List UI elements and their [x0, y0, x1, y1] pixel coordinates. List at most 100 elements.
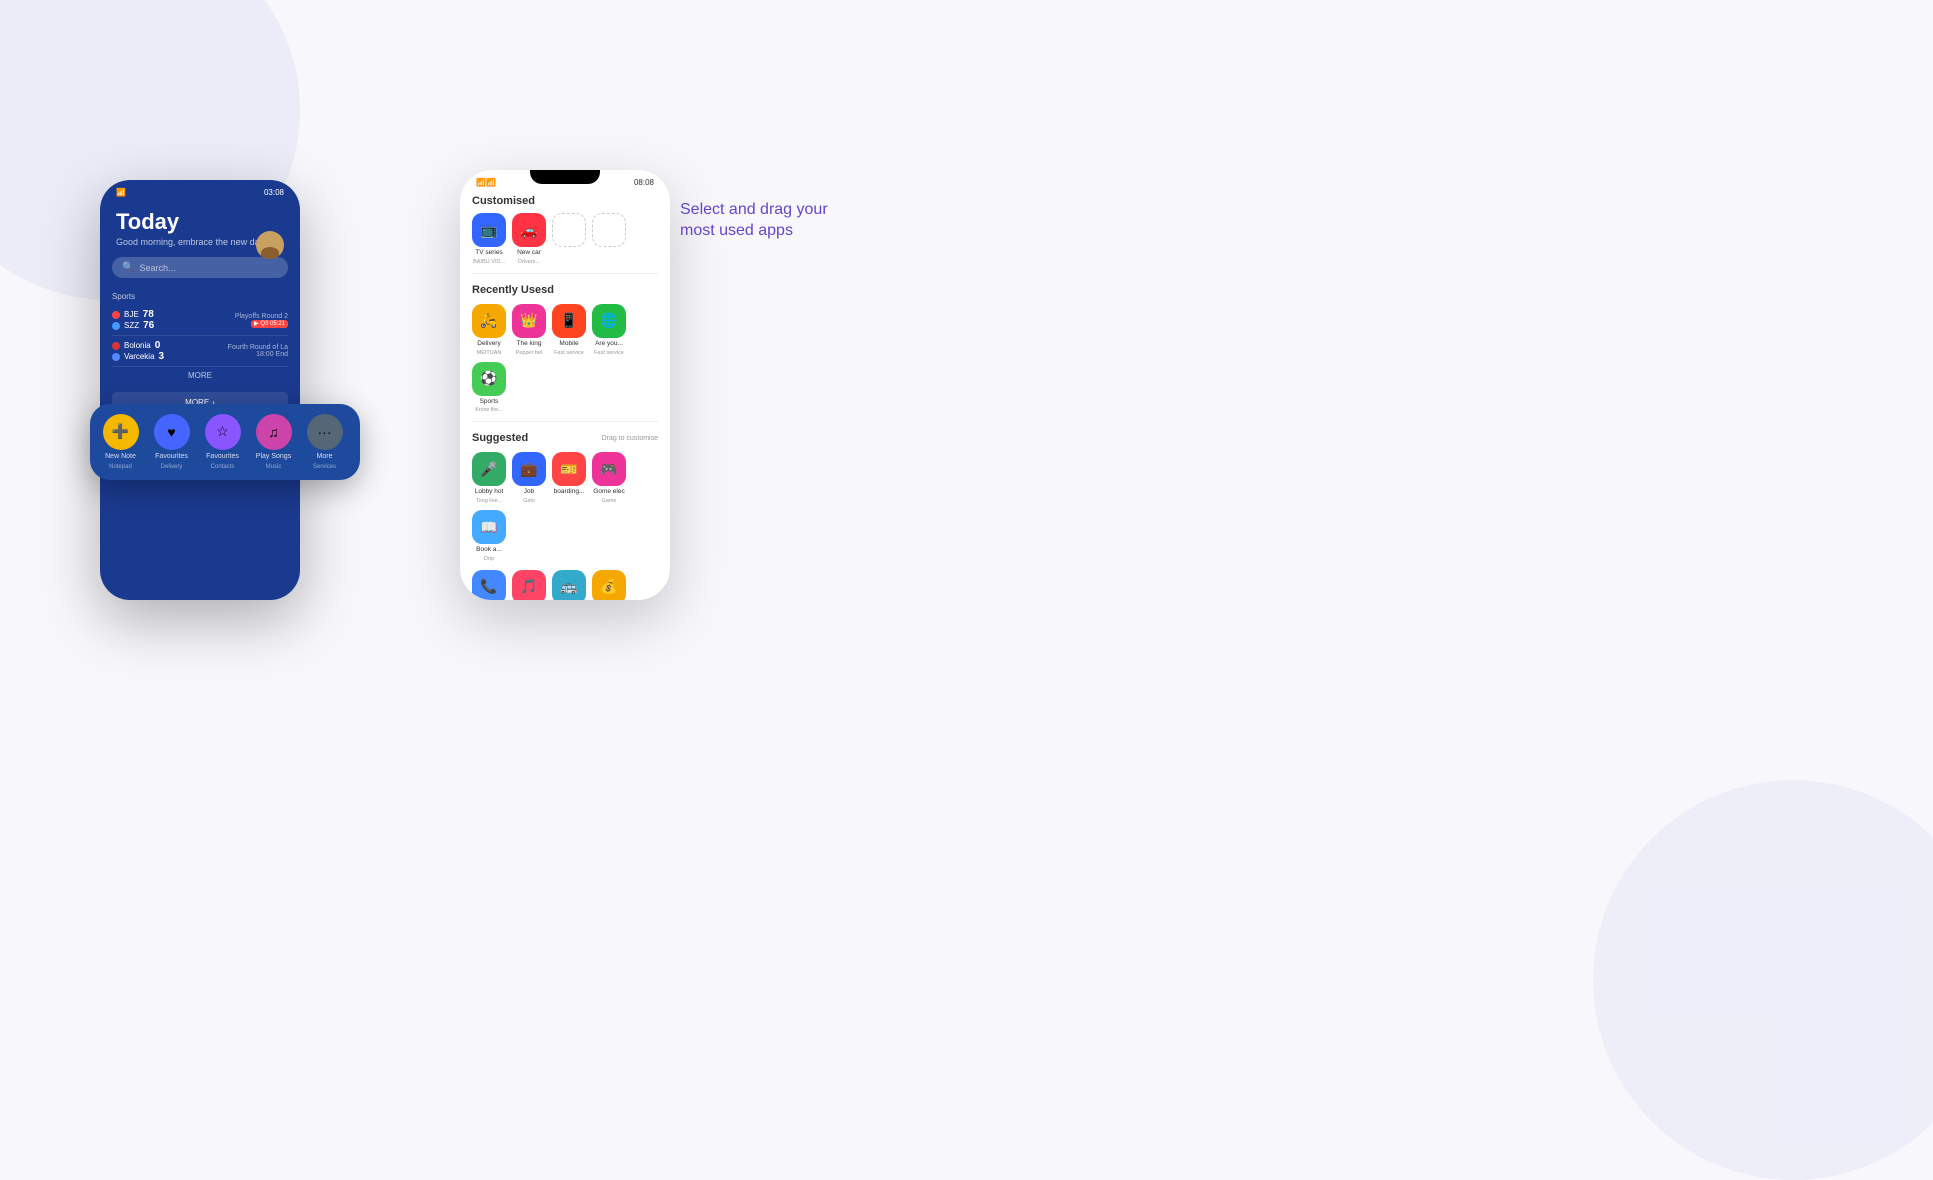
- phone-frame-1: 📶 03:08 Today Good morning, embrace the …: [100, 180, 300, 600]
- team-name-3: Bolonia: [124, 341, 151, 350]
- are-you-name: Are you...: [595, 340, 623, 348]
- favourites-delivery-label: Favourites: [155, 453, 188, 461]
- suggested-title: Suggested: [472, 428, 528, 448]
- bg-circle-bottom-right: [1593, 780, 1933, 1180]
- tv-series-icon: 📺: [472, 213, 506, 247]
- phone-frame-2: 📶📶 08:08 Customised 📺 TV series BAIBU VI…: [460, 170, 670, 600]
- play-songs-label: Play Songs: [256, 453, 291, 461]
- app-tv-series[interactable]: 📺 TV series BAIBU VID...: [472, 213, 506, 265]
- app-inter-call[interactable]: 📞 Inter call life: [472, 570, 506, 600]
- job-name: Job: [524, 488, 534, 496]
- phone-1: 📶 03:08 Today Good morning, embrace the …: [100, 180, 300, 600]
- quick-action-menu[interactable]: ➕ New Note Notepad ♥ Favourites Delivery…: [90, 404, 360, 480]
- more-sub: Services: [313, 464, 336, 470]
- suggested-grid-row2: 📞 Inter call life 🎵 NetEase... Fast serv…: [460, 568, 670, 600]
- more-icon: ···: [307, 414, 343, 450]
- select-drag-tooltip: Select and drag your most used apps: [680, 200, 860, 242]
- search-bar-1[interactable]: 🔍 Search...: [112, 257, 288, 278]
- quick-action-new-note[interactable]: ➕ New Note Notepad: [98, 414, 143, 470]
- search-placeholder: Search...: [139, 263, 175, 273]
- app-empty-2[interactable]: [592, 213, 626, 265]
- favourites-delivery-icon: ♥: [154, 414, 190, 450]
- team-dot-4: [112, 353, 120, 361]
- divider-1: [472, 273, 658, 274]
- delivery-icon: 🛵: [472, 304, 506, 338]
- inter-call-icon: 📞: [472, 570, 506, 600]
- play-songs-icon: ♫: [256, 414, 292, 450]
- match-round-2: Fourth Round of La: [228, 344, 288, 351]
- team-name-2: SZZ: [124, 321, 139, 330]
- boarding-icon: 🎫: [552, 452, 586, 486]
- status-time: 03:08: [264, 188, 284, 197]
- match-info-2: Fourth Round of La 18:00 End: [228, 344, 288, 358]
- recently-used-header: Recently Usesd: [460, 276, 670, 302]
- are-you-sub: Fast service: [594, 350, 624, 356]
- sports-icon: ⚽: [472, 362, 506, 396]
- phone-header-1: Today Good morning, embrace the new day: [100, 201, 300, 257]
- quick-action-favourites-delivery[interactable]: ♥ Favourites Delivery: [149, 414, 194, 470]
- app-finance[interactable]: 💰 Finance HUAWEI W...: [592, 570, 626, 600]
- mobile-sub: Fast service: [554, 350, 584, 356]
- phones-container: 📶 03:08 Today Good morning, embrace the …: [100, 180, 670, 600]
- phone-notch-2: [530, 170, 600, 184]
- favourites-contacts-icon: ☆: [205, 414, 241, 450]
- gome-elec-sub: Game: [602, 498, 617, 504]
- sport-label: Sports: [112, 292, 288, 301]
- app-new-car[interactable]: 🚗 New car Drivers...: [512, 213, 546, 265]
- delivery-name: Delivery: [477, 340, 500, 348]
- app-book-a[interactable]: 📖 Book a... Drip: [472, 510, 506, 562]
- phone-2: 📶📶 08:08 Customised 📺 TV series BAIBU VI…: [460, 170, 670, 600]
- app-gome-elec[interactable]: 🎮 Gome elec Game: [592, 452, 626, 504]
- app-car-ticket[interactable]: 🚌 Car ticket Advantage...: [552, 570, 586, 600]
- book-a-name: Book a...: [476, 546, 502, 554]
- new-note-sub: Notepad: [109, 464, 132, 470]
- gome-elec-name: Gome elec: [593, 488, 624, 496]
- divider-2: [472, 421, 658, 422]
- app-lobby-hot[interactable]: 🎤 Lobby hot Tong live...: [472, 452, 506, 504]
- app-delivery[interactable]: 🛵 Delivery MEITUAN: [472, 304, 506, 356]
- mobile-name: Mobile: [559, 340, 578, 348]
- delivery-sub: MEITUAN: [477, 350, 502, 356]
- avatar: [256, 231, 284, 259]
- lobby-hot-icon: 🎤: [472, 452, 506, 486]
- app-the-king[interactable]: 👑 The king Pepper bel: [512, 304, 546, 356]
- app-mobile[interactable]: 📱 Mobile Fast service: [552, 304, 586, 356]
- more-label: More: [317, 453, 333, 461]
- team-score-4: 3: [159, 351, 165, 362]
- status-time-2: 08:08: [634, 178, 654, 187]
- lobby-hot-name: Lobby hot: [475, 488, 504, 496]
- app-netease[interactable]: 🎵 NetEase... Fast service: [512, 570, 546, 600]
- car-ticket-icon: 🚌: [552, 570, 586, 600]
- lobby-hot-sub: Tong live...: [476, 498, 502, 504]
- team-name-4: Varcekia: [124, 352, 155, 361]
- team-dot-3: [112, 342, 120, 350]
- app-are-you[interactable]: 🌐 Are you... Fast service: [592, 304, 626, 356]
- match-row-1: BJE 78 SZZ 76 Playoffs Round 2 ▶ Q3 05:2…: [112, 305, 288, 336]
- app-sports[interactable]: ⚽ Sports Know the...: [472, 362, 506, 414]
- favourites-contacts-label: Favourites: [206, 453, 239, 461]
- new-note-label: New Note: [105, 453, 136, 461]
- customised-grid: 📺 TV series BAIBU VID... 🚗 New car Drive…: [460, 211, 670, 271]
- boarding-name: boarding...: [554, 488, 585, 496]
- app-boarding[interactable]: 🎫 boarding...: [552, 452, 586, 504]
- netease-icon: 🎵: [512, 570, 546, 600]
- more-btn-1[interactable]: MORE: [112, 367, 288, 384]
- sports-name: Sports: [480, 398, 499, 406]
- app-job[interactable]: 💼 Job Gelo: [512, 452, 546, 504]
- quick-action-more[interactable]: ··· More Services: [302, 414, 347, 470]
- suggested-header: Suggested Drag to customise: [460, 424, 670, 450]
- quick-action-favourites-contacts[interactable]: ☆ Favourites Contacts: [200, 414, 245, 470]
- favourites-delivery-sub: Delivery: [161, 464, 183, 470]
- app-empty-1[interactable]: [552, 213, 586, 265]
- sports-sub: Know the...: [475, 407, 503, 413]
- the-king-icon: 👑: [512, 304, 546, 338]
- team-score-1: 78: [143, 309, 154, 320]
- match-round-1: Playoffs Round 2: [235, 313, 288, 320]
- suggested-grid-row1: 🎤 Lobby hot Tong live... 💼 Job Gelo 🎫 bo…: [460, 450, 670, 568]
- quick-action-play-songs[interactable]: ♫ Play Songs Music: [251, 414, 296, 470]
- are-you-icon: 🌐: [592, 304, 626, 338]
- play-songs-sub: Music: [266, 464, 282, 470]
- scores-section: Sports BJE 78 SZZ 76: [100, 288, 300, 388]
- phone-notch-1: [170, 180, 230, 192]
- tv-series-sub: BAIBU VID...: [473, 259, 505, 265]
